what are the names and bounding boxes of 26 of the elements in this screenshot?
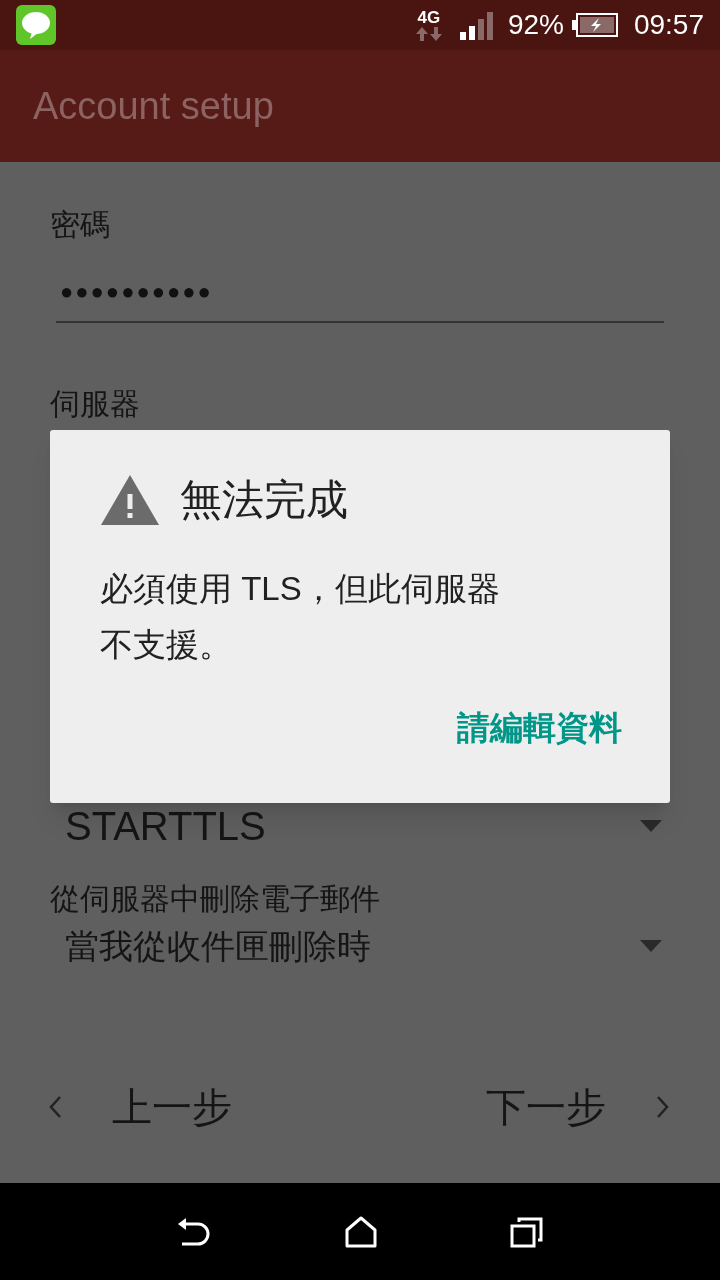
next-button[interactable]: 下一步 xyxy=(470,1061,720,1153)
delete-policy-dropdown[interactable]: 當我從收件匣刪除時 xyxy=(50,921,670,971)
warning-icon xyxy=(100,473,160,526)
password-field[interactable]: ●●●●●●●●●● xyxy=(56,261,664,323)
dropdown-caret-icon xyxy=(640,820,662,832)
screen-title: Account setup xyxy=(33,83,274,129)
battery-charging-icon xyxy=(571,13,618,37)
home-icon[interactable] xyxy=(345,1215,377,1248)
field-label: 伺服器 xyxy=(50,386,141,422)
signal-icon xyxy=(459,10,496,40)
chat-app-icon xyxy=(16,5,56,45)
edit-details-button[interactable]: 請編輯資料 xyxy=(457,703,622,753)
dialog-title: 無法完成 xyxy=(180,475,348,525)
back-button[interactable]: 上一步 xyxy=(0,1061,248,1153)
clock: 09:57 xyxy=(633,8,704,42)
dialog-message: 必須使用 TLS，但此伺服器不支援。 xyxy=(100,569,501,665)
data-arrows-icon xyxy=(413,25,444,42)
battery-level: 92% xyxy=(507,8,564,42)
dropdown-caret-icon xyxy=(640,940,662,952)
chevron-right-icon xyxy=(656,1095,670,1119)
security-dropdown[interactable]: STARTTLS xyxy=(50,796,670,856)
field-label: 從伺服器中刪除電子郵件 xyxy=(50,881,381,917)
recent-apps-icon[interactable] xyxy=(509,1215,544,1248)
network-type: 4G xyxy=(417,8,441,26)
chevron-left-icon xyxy=(48,1095,62,1119)
field-label: 密碼 xyxy=(50,207,111,243)
